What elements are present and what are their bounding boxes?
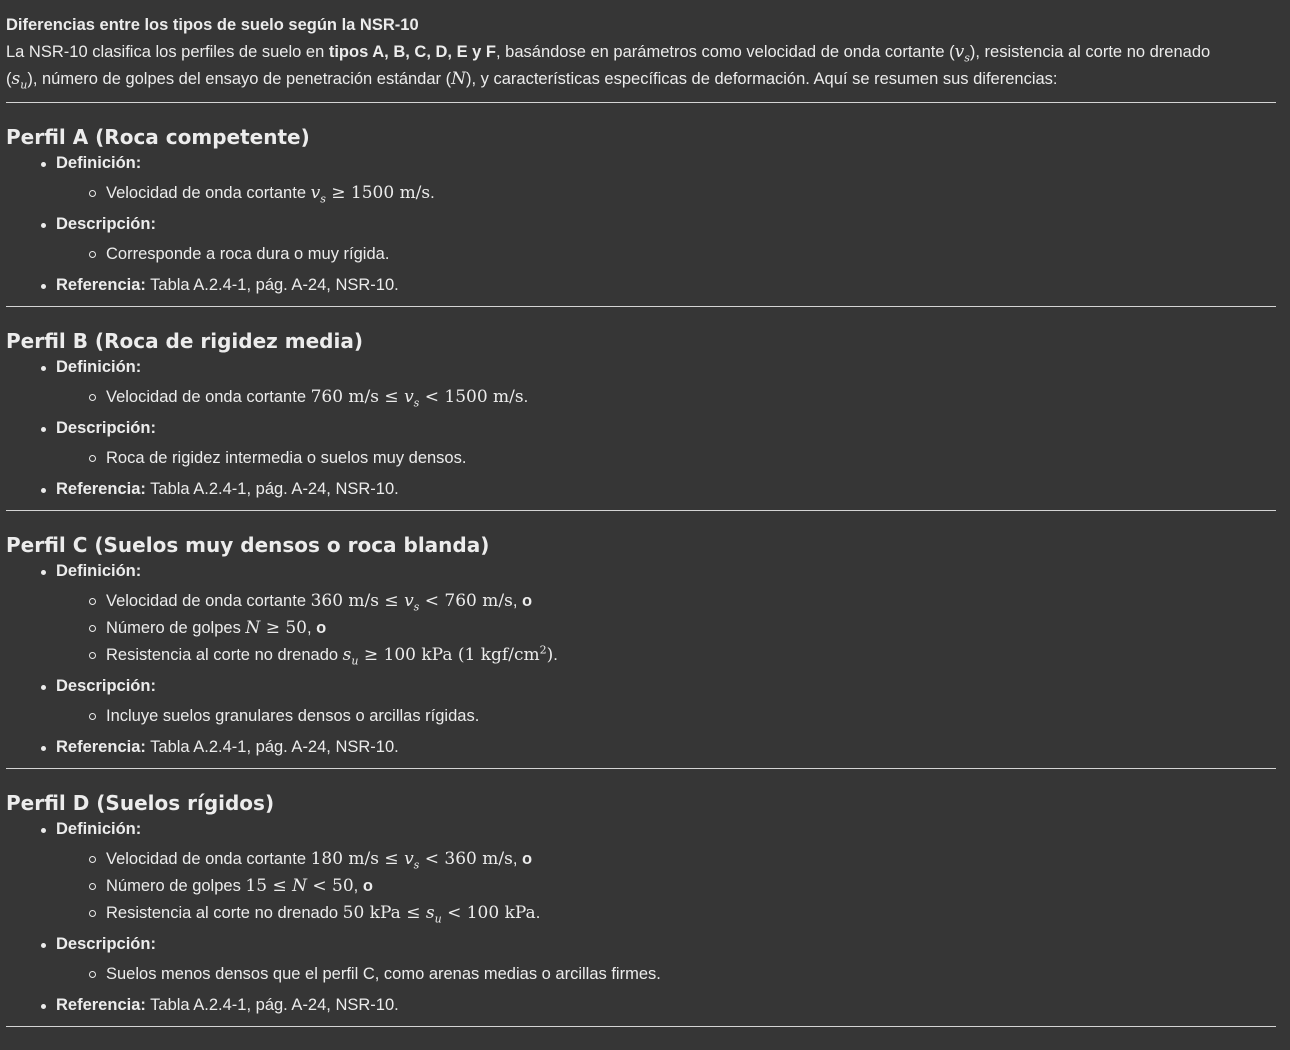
profile-c-section: Perfil C (Suelos muy densos o roca bland… <box>6 511 1276 768</box>
definition-line: Velocidad de onda cortante vs ≥ 1500 m/s… <box>89 180 1276 207</box>
definition-item: Definición: Velocidad de onda cortante 3… <box>41 558 1276 669</box>
reference-item: Referencia: Tabla A.2.4-1, pág. A-24, NS… <box>41 734 1276 768</box>
definition-item: Definición: Velocidad de onda cortante 1… <box>41 816 1276 927</box>
definition-line: Velocidad de onda cortante 180 m/s ≤ vs … <box>89 846 1276 873</box>
definition-line: Resistencia al corte no drenado 50 kPa ≤… <box>89 900 1276 927</box>
definition-line: Velocidad de onda cortante 760 m/s ≤ vs … <box>89 384 1276 411</box>
definition-line: Número de golpes 15 ≤ N < 50, o <box>89 873 1276 900</box>
profile-b-heading: Perfil B (Roca de rigidez media) <box>6 329 363 353</box>
description-item: Descripción: Incluye suelos granulares d… <box>41 673 1276 730</box>
profile-d-heading: Perfil D (Suelos rígidos) <box>6 791 275 815</box>
divider <box>6 1026 1276 1027</box>
definition-line: Velocidad de onda cortante 360 m/s ≤ vs … <box>89 588 1276 615</box>
profile-c-heading: Perfil C (Suelos muy densos o roca bland… <box>6 533 490 557</box>
profile-b-section: Perfil B (Roca de rigidez media) Definic… <box>6 307 1276 510</box>
description-line: Suelos menos densos que el perfil C, com… <box>89 961 1276 988</box>
definition-item: Definición: Velocidad de onda cortante 7… <box>41 354 1276 411</box>
definition-item: Definición: Velocidad de onda cortante v… <box>41 150 1276 207</box>
description-line: Incluye suelos granulares densos o arcil… <box>89 703 1276 730</box>
description-item: Descripción: Corresponde a roca dura o m… <box>41 211 1276 268</box>
profile-a-heading: Perfil A (Roca competente) <box>6 125 310 149</box>
description-line: Roca de rigidez intermedia o suelos muy … <box>89 445 1276 472</box>
definition-line: Número de golpes N ≥ 50, o <box>89 615 1276 642</box>
description-item: Descripción: Roca de rigidez intermedia … <box>41 415 1276 472</box>
intro-paragraph: La NSR-10 clasifica los perfiles de suel… <box>6 42 1211 92</box>
reference-item: Referencia: Tabla A.2.4-1, pág. A-24, NS… <box>41 272 1276 306</box>
description-item: Descripción: Suelos menos densos que el … <box>41 931 1276 988</box>
profile-d-section: Perfil D (Suelos rígidos) Definición: Ve… <box>6 769 1276 1026</box>
reference-item: Referencia: Tabla A.2.4-1, pág. A-24, NS… <box>41 992 1276 1026</box>
reference-item: Referencia: Tabla A.2.4-1, pág. A-24, NS… <box>41 476 1276 510</box>
definition-line: Resistencia al corte no drenado su ≥ 100… <box>89 642 1276 669</box>
intro-title: Diferencias entre los tipos de suelo seg… <box>6 16 419 34</box>
description-line: Corresponde a roca dura o muy rígida. <box>89 241 1276 268</box>
profile-a-section: Perfil A (Roca competente) Definición: V… <box>6 103 1276 306</box>
